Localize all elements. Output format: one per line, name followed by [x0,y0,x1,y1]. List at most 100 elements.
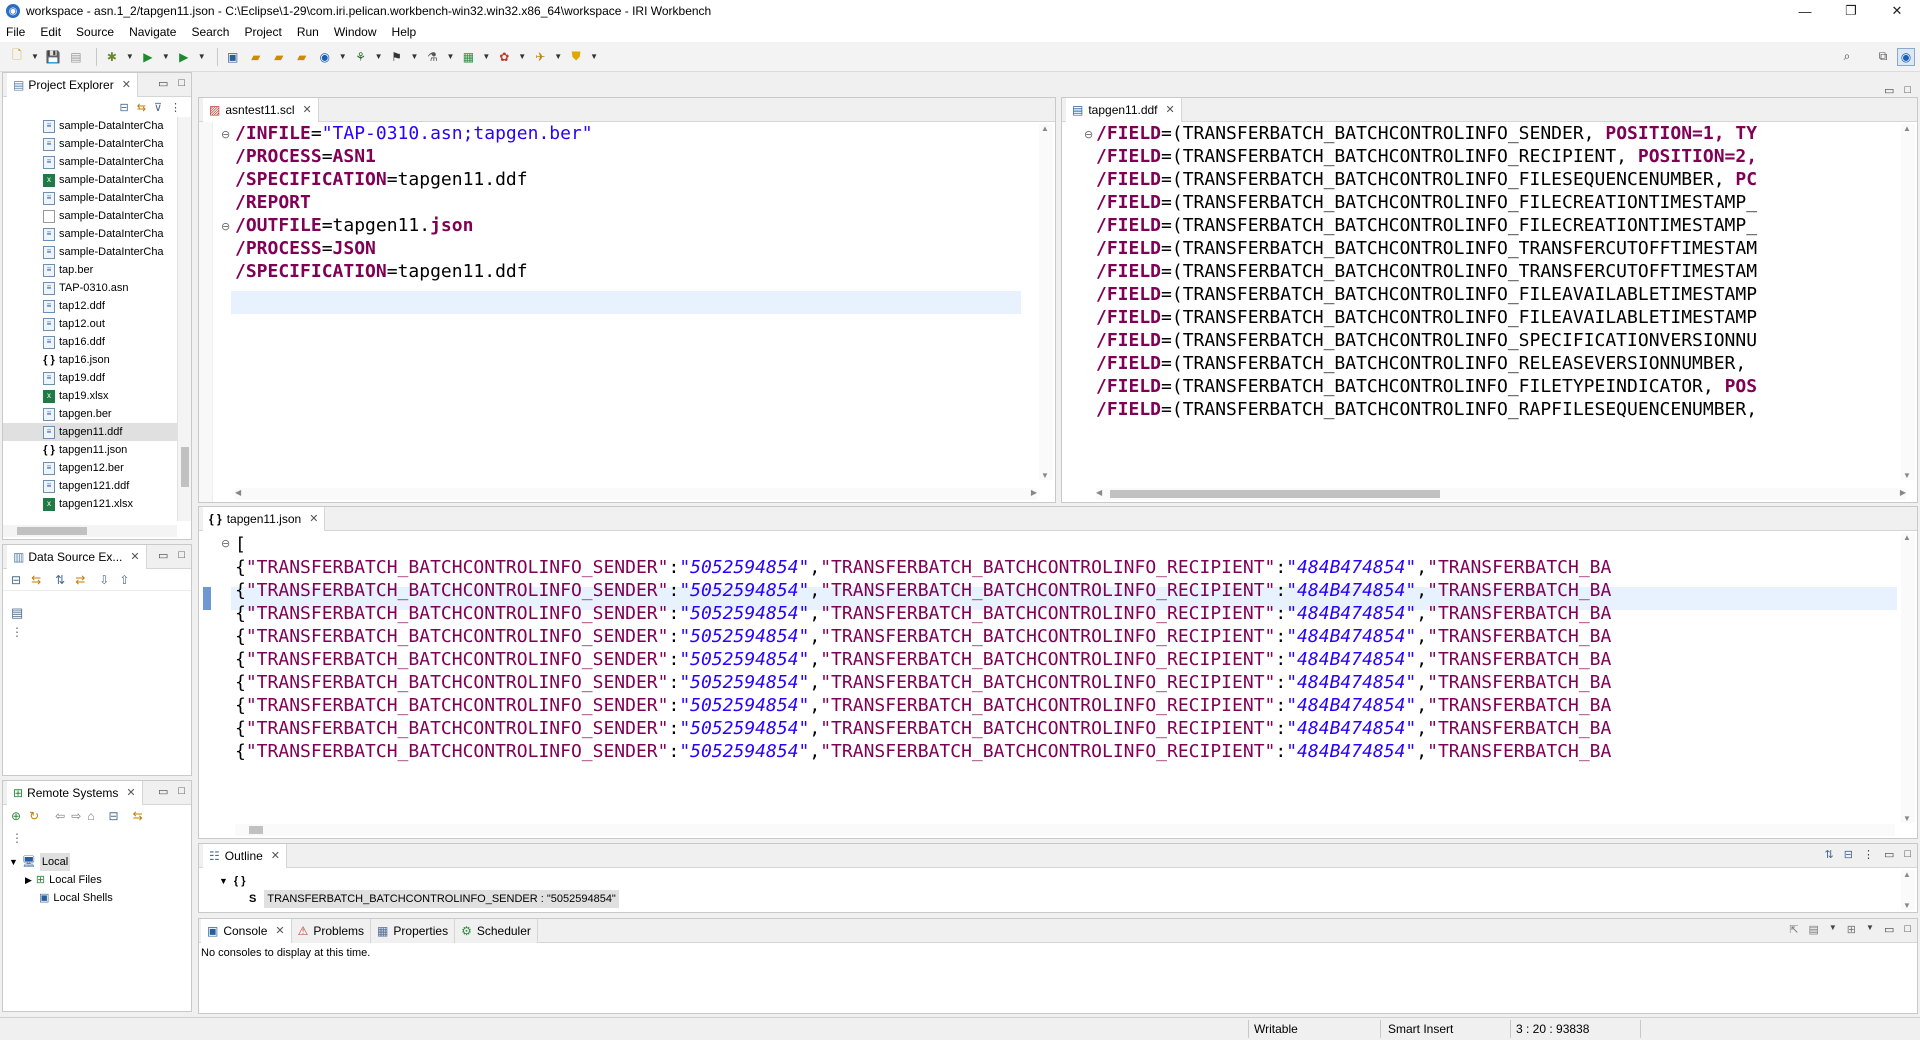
tab-outline[interactable]: ☷ Outline ✕ [203,843,288,868]
minimize-button[interactable]: — [1782,0,1828,22]
export-icon[interactable]: ⇧ [119,573,129,587]
minimize-icon[interactable]: ▭ [158,77,168,90]
close-icon[interactable]: ✕ [271,849,280,862]
collapse-all-icon[interactable]: ⊟ [109,809,119,823]
run-icon[interactable]: ▶ [139,48,157,66]
tree-item-file[interactable]: ≡ sample-DataInterCha [3,153,191,171]
shield-dropdown-icon[interactable]: ▼ [590,52,598,61]
close-icon[interactable]: ✕ [309,512,318,525]
wizard-dropdown-icon[interactable]: ▼ [446,52,454,61]
minimize-icon[interactable]: ▭ [1884,84,1894,97]
tab-tapgen11-json[interactable]: { } tapgen11.json ✕ [203,506,326,531]
connect-icon[interactable]: ⚘ [352,48,370,66]
minimize-icon[interactable]: ▭ [158,785,168,798]
import-icon[interactable]: ⇩ [99,573,109,587]
maximize-icon[interactable]: □ [1904,84,1911,97]
outline-item[interactable]: TRANSFERBATCH_BATCHCONTROLINFO_SENDER : … [264,890,619,908]
debug-dropdown-icon[interactable]: ▼ [126,52,134,61]
tree-item-file[interactable]: ≡ sample-DataInterCha [3,135,191,153]
save-all-icon[interactable]: ▤ [67,48,85,66]
maximize-icon[interactable]: □ [1904,923,1911,936]
new-icon[interactable]: 🗋 [8,48,26,66]
close-icon[interactable]: ✕ [275,924,284,937]
refresh-icon[interactable]: ↻ [29,809,39,823]
tree-item-file[interactable]: x tap19.xlsx [3,387,191,405]
ddf-hscrollbar[interactable]: ◀ ▶ [1096,488,1906,500]
tree-item-file[interactable]: ≡ sample-DataInterCha [3,117,191,135]
maximize-icon[interactable]: □ [178,549,185,562]
collapse-all-icon[interactable]: ⊟ [120,101,129,114]
close-icon[interactable]: ✕ [126,786,135,799]
view-menu-icon[interactable]: ⋮ [1863,848,1874,861]
scl-code-area[interactable]: /INFILE="TAP-0310.asn;tapgen.ber"/PROCES… [235,122,1021,306]
tree-item-file[interactable]: ≡ sample-DataInterCha [3,243,191,261]
project-explorer-vscrollbar[interactable] [177,117,191,521]
minimize-icon[interactable]: ▭ [158,549,168,562]
terminal-icon[interactable]: ▣ [224,48,242,66]
menu-search[interactable]: Search [191,25,229,39]
sort-icon[interactable]: ⇅ [1825,848,1834,861]
maximize-button[interactable]: ❐ [1828,0,1874,22]
plane-icon[interactable]: ✈ [531,48,549,66]
tree-item-file[interactable]: { } tap16.json [3,351,191,369]
maximize-icon[interactable]: □ [1904,848,1911,861]
external-tools-dropdown-icon[interactable]: ▼ [198,52,206,61]
menu-help[interactable]: Help [392,25,417,39]
database-connections-icon[interactable]: ▤ [11,605,23,621]
link-editor-icon[interactable]: ⇆ [137,101,146,114]
tab-project-explorer[interactable]: ▤ Project Explorer ✕ [7,72,138,97]
forward-icon[interactable]: ⇨ [71,809,81,823]
mask-dropdown-icon[interactable]: ▼ [518,52,526,61]
project-explorer-hscrollbar[interactable] [3,525,177,537]
link-editor-icon[interactable]: ⇆ [133,809,143,823]
debug-icon[interactable]: ✱ [103,48,121,66]
minimize-icon[interactable]: ▭ [1884,923,1894,936]
tree-item-file[interactable]: ≡ tap12.out [3,315,191,333]
open-perspective-icon[interactable]: ⧉ [1874,48,1892,66]
chevron-down-icon[interactable]: ▼ [219,872,228,890]
tree-item-file[interactable]: sample-DataInterCha [3,207,191,225]
tree-item-file[interactable]: x sample-DataInterCha [3,171,191,189]
close-icon[interactable]: ✕ [130,550,139,563]
open-console-icon[interactable]: ⊞ [1847,923,1856,936]
tree-item-file[interactable]: { } tapgen11.json [3,441,191,459]
chevron-right-icon[interactable]: ▶ [25,871,32,889]
external-tools-icon[interactable]: ▶ [175,48,193,66]
run-dropdown-icon[interactable]: ▼ [162,52,170,61]
menu-navigate[interactable]: Navigate [129,25,176,39]
connect-dropdown-icon[interactable]: ▼ [375,52,383,61]
chevron-down-icon[interactable]: ▼ [9,853,18,871]
tab-properties[interactable]: ▦ Properties [371,918,456,943]
tree-item-file[interactable]: ≡ tap.ber [3,261,191,279]
menu-file[interactable]: File [6,25,25,39]
mask-icon[interactable]: ✿ [495,48,513,66]
tree-item-file[interactable]: ≡ tapgen12.ber [3,459,191,477]
scl-hscrollbar[interactable]: ◀ ▶ [235,488,1037,500]
tree-item-file[interactable]: ≡ sample-DataInterCha [3,189,191,207]
new-connection-icon[interactable]: ⊟ [11,573,21,587]
view-menu-icon[interactable]: ⋮ [170,101,181,114]
tree-item-file[interactable]: ≡ tapgen11.ddf [3,423,191,441]
collapse-icon[interactable]: ⇅ [55,573,65,587]
tab-remote-systems[interactable]: ⊞ Remote Systems ✕ [7,780,143,805]
fold-collapse-icon[interactable]: ⊖ [1084,128,1093,141]
ddf-code-area[interactable]: /FIELD=(TRANSFERBATCH_BATCHCONTROLINFO_S… [1096,122,1896,421]
iri-dropdown-icon[interactable]: ▼ [339,52,347,61]
tree-item-local[interactable]: ▼ 🖥 Local [3,853,191,871]
outline-root[interactable]: { } [234,872,246,890]
fold-collapse-icon[interactable]: ⊖ [221,537,230,550]
open-console-dropdown-icon[interactable]: ▼ [1866,923,1874,936]
data-dropdown-icon[interactable]: ▼ [482,52,490,61]
open-folder-icon[interactable]: ▰ [247,48,265,66]
view-menu-icon[interactable]: ⋮ [11,625,23,639]
connect-db-icon[interactable]: ⇄ [75,573,85,587]
tree-item-file[interactable]: ≡ tap12.ddf [3,297,191,315]
tree-item-file[interactable]: ≡ TAP-0310.asn [3,279,191,297]
fold-collapse-icon[interactable]: ⊖ [221,128,230,141]
tree-item-file[interactable]: ≡ tap16.ddf [3,333,191,351]
flow-dropdown-icon[interactable]: ▼ [411,52,419,61]
collapse-all-icon[interactable]: ⊟ [1844,848,1853,861]
tab-data-source-explorer[interactable]: ▥ Data Source Ex... ✕ [7,544,147,569]
fold-collapse-icon[interactable]: ⊖ [221,220,230,233]
tab-console[interactable]: ▣ Console ✕ [201,918,292,943]
